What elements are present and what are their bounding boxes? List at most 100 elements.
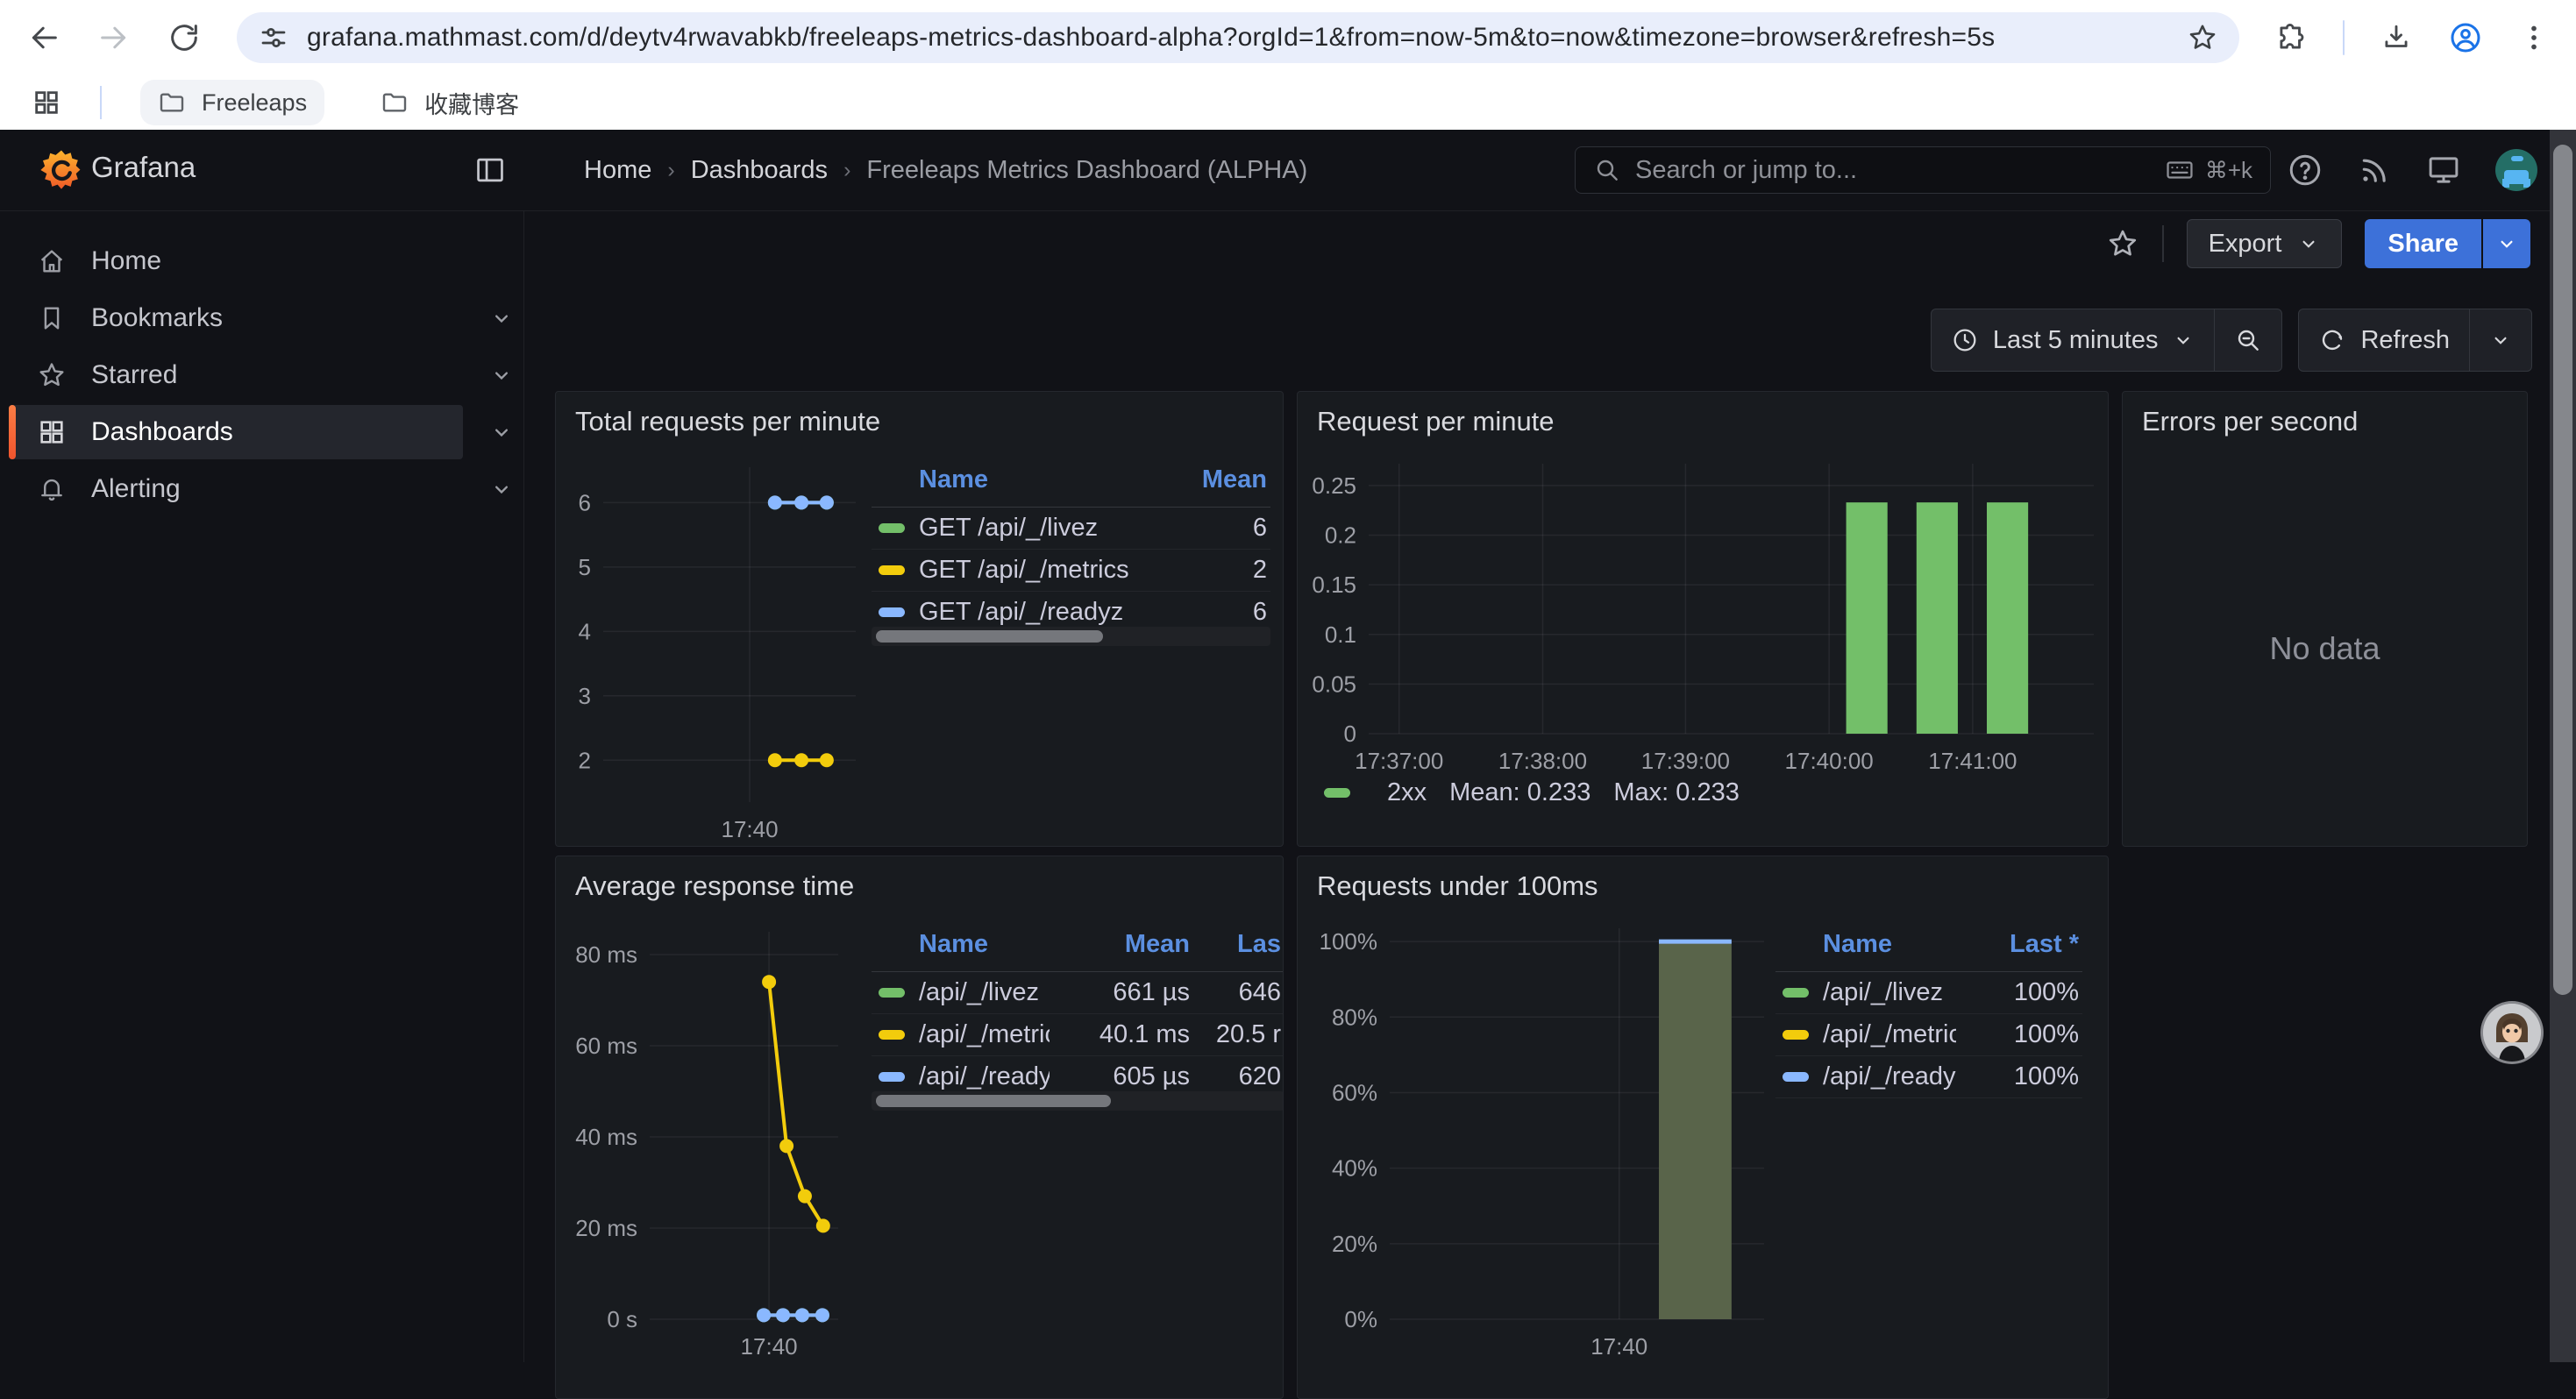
toolbar-right-cluster bbox=[2274, 20, 2550, 55]
zoom-out-button[interactable] bbox=[2215, 309, 2281, 371]
floating-assistant-avatar[interactable] bbox=[2483, 1004, 2541, 1062]
sidebar-item-alerting[interactable]: Alerting bbox=[9, 462, 463, 516]
favorite-star-icon[interactable] bbox=[2106, 227, 2139, 260]
series-name[interactable]: /api/_/metrics bbox=[1823, 1020, 1956, 1049]
bookmark-label: Freeleaps bbox=[202, 89, 307, 117]
series-name[interactable]: /api/_/metrics bbox=[919, 1020, 1050, 1049]
series-color-pill bbox=[879, 988, 905, 998]
series-value: 100% bbox=[1956, 1020, 2079, 1049]
export-button[interactable]: Export bbox=[2187, 219, 2343, 268]
series-name[interactable]: /api/_/readyz bbox=[919, 1062, 1050, 1091]
chevron-down-icon bbox=[2172, 329, 2195, 352]
bookmark-folder-blogs[interactable]: 收藏博客 bbox=[363, 77, 537, 129]
series-name[interactable]: GET /api/_/readyz bbox=[919, 598, 1123, 627]
brand-name[interactable]: Grafana bbox=[91, 151, 196, 184]
site-settings-icon[interactable] bbox=[258, 22, 289, 53]
back-icon[interactable] bbox=[26, 20, 61, 55]
refresh-interval-button[interactable] bbox=[2470, 309, 2531, 371]
share-menu-button[interactable] bbox=[2481, 219, 2530, 268]
panel-title[interactable]: Errors per second bbox=[2142, 406, 2358, 437]
bookmark-star-icon[interactable] bbox=[2187, 22, 2218, 53]
share-button[interactable]: Share bbox=[2365, 219, 2481, 268]
panel-title[interactable]: Total requests per minute bbox=[575, 406, 880, 437]
column-header[interactable]: Name bbox=[919, 930, 1050, 959]
column-header[interactable]: Mean bbox=[1050, 930, 1190, 959]
browser-menu-icon[interactable] bbox=[2518, 22, 2550, 53]
panel-average-response-time[interactable]: Average response time 0 s20 ms40 ms60 ms… bbox=[555, 856, 1284, 1399]
legend-row[interactable]: /api/_/livez100% bbox=[1775, 972, 2082, 1014]
time-range-picker[interactable]: Last 5 minutes bbox=[1932, 309, 2215, 371]
clock-icon bbox=[1951, 326, 1979, 354]
bookmark-folder-freeleaps[interactable]: Freeleaps bbox=[140, 80, 324, 125]
bookmark-label: 收藏博客 bbox=[424, 86, 519, 120]
series-name[interactable]: /api/_/readyz bbox=[1823, 1062, 1956, 1091]
panel-title[interactable]: Average response time bbox=[575, 870, 854, 902]
panel-total-requests-per-minute[interactable]: Total requests per minute 2345617:40 Nam… bbox=[555, 391, 1284, 847]
column-header[interactable]: Mean bbox=[1171, 465, 1267, 494]
panel-title[interactable]: Request per minute bbox=[1317, 406, 1555, 437]
reload-icon[interactable] bbox=[167, 20, 202, 55]
sidebar-item-bookmarks[interactable]: Bookmarks bbox=[9, 291, 463, 345]
legend-row[interactable]: GET /api/_/metrics2 bbox=[872, 550, 1270, 592]
chevron-down-icon[interactable] bbox=[489, 363, 514, 387]
column-header[interactable]: Las bbox=[1190, 930, 1281, 959]
collapse-sidebar-icon[interactable] bbox=[473, 153, 507, 187]
sidebar-item-dashboards[interactable]: Dashboards bbox=[9, 405, 463, 459]
series-name[interactable]: GET /api/_/livez bbox=[919, 514, 1098, 543]
legend-table[interactable]: NameMeanLas/api/_/livez661 µs646/api/_/m… bbox=[872, 930, 1284, 1098]
panel-requests-under-100ms[interactable]: Requests under 100ms 0%20%40%60%80%100%1… bbox=[1297, 856, 2109, 1399]
sidebar-item-home[interactable]: Home bbox=[9, 234, 463, 288]
news-rss-icon[interactable] bbox=[2357, 153, 2392, 188]
chevron-down-icon[interactable] bbox=[489, 477, 514, 501]
legend-row[interactable]: GET /api/_/livez6 bbox=[872, 508, 1270, 550]
chevron-down-icon[interactable] bbox=[489, 306, 514, 330]
scrollbar-thumb[interactable] bbox=[2553, 145, 2572, 995]
legend-row[interactable]: /api/_/livez661 µs646 bbox=[872, 972, 1284, 1014]
legend-table[interactable]: NameMeanGET /api/_/livez6GET /api/_/metr… bbox=[872, 465, 1270, 634]
series-name[interactable]: /api/_/livez bbox=[1823, 978, 1943, 1007]
column-header[interactable]: Last * bbox=[1956, 930, 2079, 959]
user-avatar[interactable] bbox=[2495, 149, 2537, 191]
legend-row[interactable]: /api/_/metrics100% bbox=[1775, 1014, 2082, 1056]
panel-request-per-minute[interactable]: Request per minute 00.050.10.150.20.2517… bbox=[1297, 391, 2109, 847]
series-name[interactable]: /api/_/livez bbox=[919, 978, 1039, 1007]
series-value: 20.5 r bbox=[1190, 1020, 1281, 1049]
search-input[interactable]: Search or jump to... ⌘+k bbox=[1575, 146, 2271, 194]
chevron-down-icon[interactable] bbox=[489, 420, 514, 444]
breadcrumb-home[interactable]: Home bbox=[584, 156, 651, 185]
series-color-pill bbox=[879, 523, 905, 533]
chevron-down-icon bbox=[2495, 232, 2518, 255]
column-header[interactable]: Name bbox=[1823, 930, 1956, 959]
panel-title[interactable]: Requests under 100ms bbox=[1317, 870, 1598, 902]
svg-text:60 ms: 60 ms bbox=[575, 1033, 637, 1059]
apps-grid-icon[interactable] bbox=[32, 88, 61, 117]
extensions-icon[interactable] bbox=[2274, 21, 2308, 54]
kiosk-monitor-icon[interactable] bbox=[2425, 152, 2462, 188]
profile-icon[interactable] bbox=[2448, 20, 2483, 55]
legend-table[interactable]: NameLast */api/_/livez100%/api/_/metrics… bbox=[1775, 930, 2082, 1098]
legend-horizontal-scrollbar[interactable] bbox=[872, 627, 1270, 646]
legend-horizontal-scrollbar[interactable] bbox=[872, 1091, 1284, 1111]
bookmarks-divider bbox=[100, 86, 102, 119]
refresh-button[interactable]: Refresh bbox=[2299, 309, 2469, 371]
bell-icon bbox=[37, 474, 67, 504]
sidebar-item-starred[interactable]: Starred bbox=[9, 348, 463, 402]
legend-row[interactable]: /api/_/metrics40.1 ms20.5 r bbox=[872, 1014, 1284, 1056]
breadcrumb-current: Freeleaps Metrics Dashboard (ALPHA) bbox=[866, 156, 1307, 185]
total-requests-chart: 2345617:40 bbox=[565, 457, 863, 842]
series-name[interactable]: GET /api/_/metrics bbox=[919, 556, 1129, 585]
help-icon[interactable] bbox=[2287, 152, 2323, 188]
downloads-icon[interactable] bbox=[2380, 21, 2413, 54]
column-header[interactable]: Name bbox=[919, 465, 1171, 494]
grafana-logo-icon[interactable] bbox=[39, 147, 84, 193]
url-text[interactable]: grafana.mathmast.com/d/deytv4rwavabkb/fr… bbox=[307, 23, 2169, 53]
panel-errors-per-second[interactable]: Errors per second No data bbox=[2122, 391, 2528, 847]
page-scrollbar[interactable] bbox=[2550, 130, 2576, 1362]
legend-row[interactable]: /api/_/readyz100% bbox=[1775, 1056, 2082, 1098]
time-controls: Last 5 minutes Refresh bbox=[1931, 309, 2532, 372]
url-bar[interactable]: grafana.mathmast.com/d/deytv4rwavabkb/fr… bbox=[237, 12, 2239, 63]
breadcrumb: Home › Dashboards › Freeleaps Metrics Da… bbox=[584, 130, 1307, 210]
svg-text:2: 2 bbox=[579, 747, 591, 773]
breadcrumb-dashboards[interactable]: Dashboards bbox=[691, 156, 828, 185]
chart-legend[interactable]: 2xx Mean: 0.233 Max: 0.233 bbox=[1324, 778, 1740, 807]
